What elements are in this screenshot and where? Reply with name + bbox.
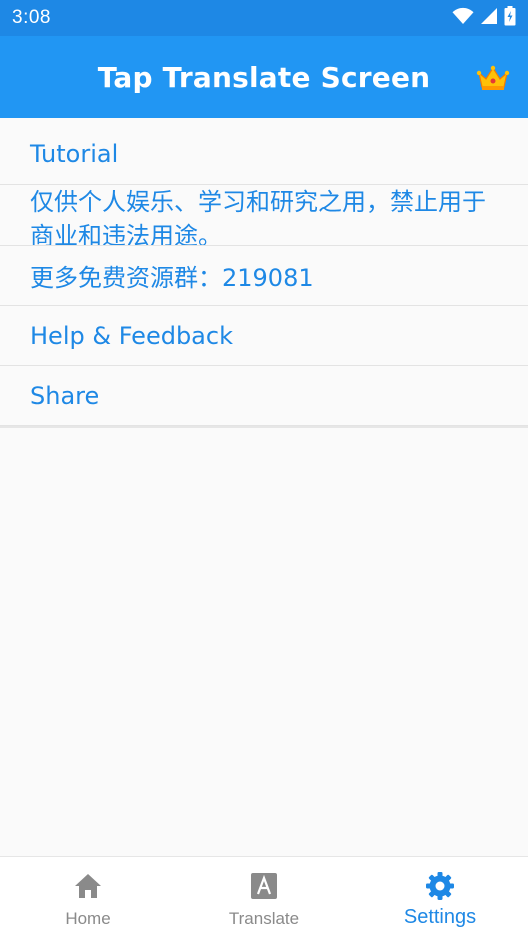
nav-label-translate: Translate bbox=[228, 909, 300, 928]
list-divider bbox=[0, 426, 528, 428]
nav-item-translate[interactable]: Translate bbox=[176, 857, 352, 939]
crown-icon[interactable] bbox=[476, 64, 510, 92]
settings-item-label: Help & Feedback bbox=[30, 321, 233, 350]
wifi-icon bbox=[452, 7, 474, 29]
nav-label-settings: Settings bbox=[403, 906, 477, 928]
settings-item-notice[interactable]: 仅供个人娱乐、学习和研究之用，禁止用于商业和违法用途。 bbox=[0, 185, 528, 246]
settings-item-label: Tutorial bbox=[30, 140, 119, 168]
translate-icon bbox=[249, 871, 279, 901]
nav-label-home: Home bbox=[65, 909, 111, 928]
settings-item-free-resources-group[interactable]: 更多免费资源群：219081 bbox=[0, 246, 528, 306]
nav-item-home[interactable]: Home bbox=[0, 857, 176, 939]
battery-charging-icon bbox=[504, 6, 516, 30]
settings-item-label: 更多免费资源群：219081 bbox=[30, 264, 314, 292]
settings-item-label: Share bbox=[30, 381, 100, 410]
nav-item-settings[interactable]: Settings bbox=[352, 857, 528, 939]
settings-list: Tutorial 仅供个人娱乐、学习和研究之用，禁止用于商业和违法用途。 更多免… bbox=[0, 118, 528, 428]
cell-signal-icon bbox=[480, 7, 498, 29]
status-bar: 3:08 bbox=[0, 0, 528, 36]
settings-item-share[interactable]: Share bbox=[0, 366, 528, 426]
status-icons bbox=[452, 6, 516, 30]
settings-item-tutorial[interactable]: Tutorial bbox=[0, 118, 528, 185]
app-bar: Tap Translate Screen bbox=[0, 36, 528, 118]
bottom-navigation: Home Translate Settings bbox=[0, 856, 528, 939]
app-title: Tap Translate Screen bbox=[97, 60, 431, 94]
settings-item-label: 仅供个人娱乐、学习和研究之用，禁止用于商业和违法用途。 bbox=[30, 188, 486, 246]
gear-icon bbox=[425, 871, 455, 901]
settings-item-help-feedback[interactable]: Help & Feedback bbox=[0, 306, 528, 366]
home-icon bbox=[73, 871, 103, 901]
status-time: 3:08 bbox=[12, 7, 51, 28]
